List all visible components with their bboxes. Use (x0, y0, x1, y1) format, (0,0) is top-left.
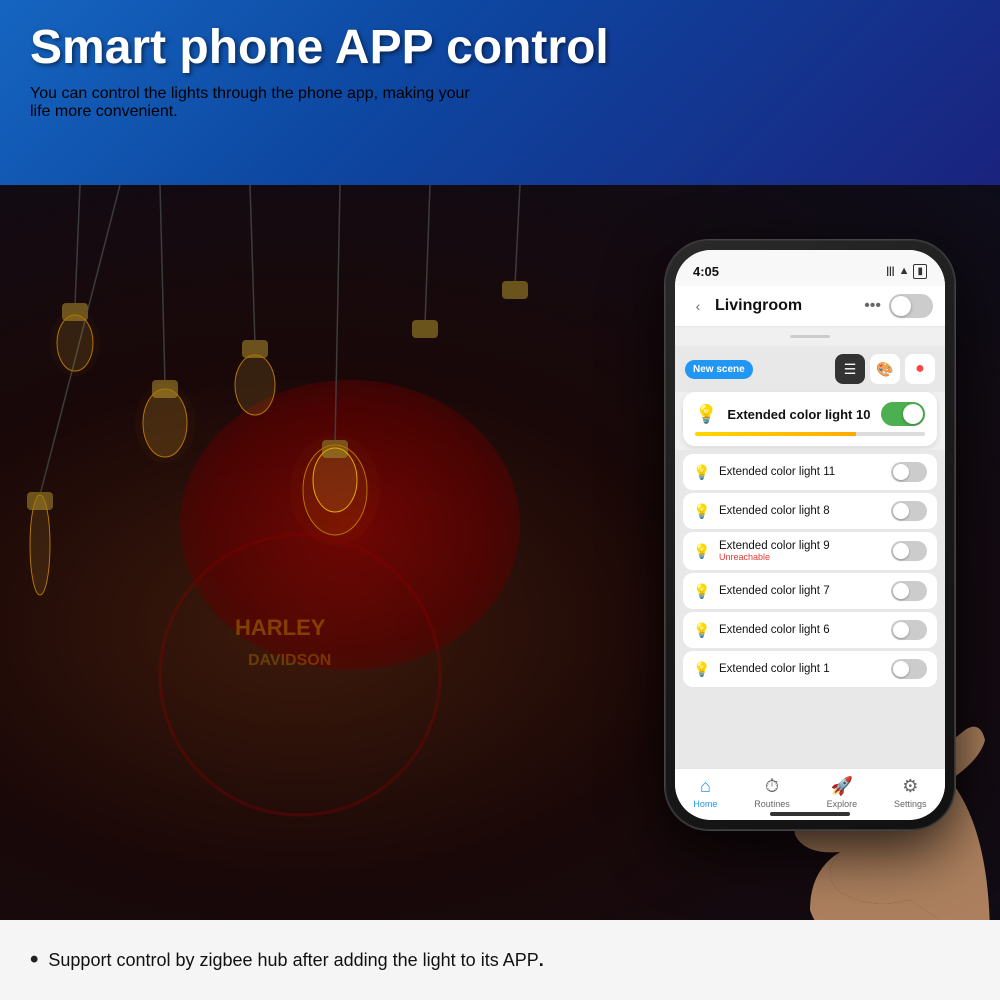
list-item[interactable]: 💡 Extended color light 11 (683, 454, 937, 490)
light-name-9: Extended color light 9 (719, 540, 883, 552)
light-icon-1: 💡 (693, 661, 711, 678)
featured-light-toggle[interactable] (881, 402, 925, 426)
toggle-knob-9 (893, 543, 909, 559)
status-icons: ||| ▲ ▮ (886, 264, 927, 279)
footer-text-bold: . (539, 950, 544, 970)
light-list: 💡 Extended color light 11 💡 Extended col… (675, 450, 945, 768)
toggle-knob-6 (893, 622, 909, 638)
status-bar: 4:05 ||| ▲ ▮ (675, 250, 945, 286)
subtitle-line1: You can control the lights through the p… (30, 85, 470, 102)
explore-nav-icon: 🚀 (831, 776, 853, 797)
light-icon-9: 💡 (693, 543, 711, 560)
nav-settings[interactable]: ⚙ Settings (894, 776, 927, 809)
home-nav-label: Home (693, 799, 717, 809)
toggle-light-8[interactable] (891, 501, 927, 521)
settings-nav-label: Settings (894, 799, 927, 809)
home-nav-icon: ⌂ (700, 776, 711, 797)
footer-text-normal: Support control by zigbee hub after addi… (48, 950, 538, 970)
toggle-light-1[interactable] (891, 659, 927, 679)
toggle-light-6[interactable] (891, 620, 927, 640)
light-name-11: Extended color light 11 (719, 466, 883, 478)
phone-screen: 4:05 ||| ▲ ▮ ‹ Livingroom ••• (675, 250, 945, 820)
list-item[interactable]: 💡 Extended color light 9 Unreachable (683, 532, 937, 570)
list-item[interactable]: 💡 Extended color light 1 (683, 651, 937, 687)
header-subtitle: You can control the lights through the p… (30, 85, 970, 121)
featured-light-name: Extended color light 10 (727, 407, 881, 422)
footer-bullet: • (30, 946, 38, 974)
color-button[interactable]: ● (905, 354, 935, 384)
light-icon-8: 💡 (693, 503, 711, 520)
light-icon-7: 💡 (693, 583, 711, 600)
light-name-7: Extended color light 7 (719, 585, 883, 597)
light-icon-6: 💡 (693, 622, 711, 639)
phone-body: 4:05 ||| ▲ ▮ ‹ Livingroom ••• (665, 240, 955, 830)
brightness-bar (695, 432, 925, 436)
nav-routines[interactable]: ⏱ Routines (754, 776, 790, 809)
color-icon: ● (915, 360, 925, 378)
light-name-6: Extended color light 6 (719, 624, 883, 636)
settings-nav-icon: ⚙ (902, 776, 918, 797)
back-button[interactable]: ‹ (687, 295, 709, 317)
featured-toggle-knob (903, 404, 923, 424)
page-header: Smart phone APP control You can control … (0, 0, 1000, 185)
toggle-knob-8 (893, 503, 909, 519)
nav-home[interactable]: ⌂ Home (693, 776, 717, 809)
toggle-knob-11 (893, 464, 909, 480)
toggle-knob (891, 296, 911, 316)
toggle-knob-7 (893, 583, 909, 599)
light-name-1: Extended color light 1 (719, 663, 883, 675)
list-icon: ☰ (844, 361, 857, 378)
palette-button[interactable]: 🎨 (870, 354, 900, 384)
status-time: 4:05 (693, 264, 719, 279)
menu-dots-button[interactable]: ••• (864, 297, 881, 315)
routines-nav-label: Routines (754, 799, 790, 809)
battery-icon: ▮ (913, 264, 927, 279)
room-toggle[interactable] (889, 294, 933, 318)
list-item[interactable]: 💡 Extended color light 6 (683, 612, 937, 648)
footer-text: Support control by zigbee hub after addi… (48, 950, 543, 971)
phone-mockup: 4:05 ||| ▲ ▮ ‹ Livingroom ••• (650, 240, 970, 900)
toggle-light-9[interactable] (891, 541, 927, 561)
palette-icon: 🎨 (876, 361, 893, 378)
harley-sign-bg (180, 380, 520, 670)
app-title: Livingroom (715, 297, 864, 315)
featured-light-icon: 💡 (695, 404, 717, 425)
scene-row: New scene ☰ 🎨 ● (675, 346, 945, 392)
signal-icon: ||| (886, 266, 894, 277)
light-unreachable-9: Unreachable (719, 552, 883, 562)
light-icon-11: 💡 (693, 464, 711, 481)
nav-explore[interactable]: 🚀 Explore (827, 776, 858, 809)
featured-light-card[interactable]: 💡 Extended color light 10 (683, 392, 937, 446)
new-scene-button[interactable]: New scene (685, 360, 753, 379)
scroll-indicator (790, 335, 830, 338)
back-icon: ‹ (696, 298, 701, 314)
list-item[interactable]: 💡 Extended color light 8 (683, 493, 937, 529)
page-title: Smart phone APP control (30, 22, 970, 75)
home-indicator (770, 812, 850, 816)
light-name-8: Extended color light 8 (719, 505, 883, 517)
footer: • Support control by zigbee hub after ad… (0, 920, 1000, 1000)
explore-nav-label: Explore (827, 799, 858, 809)
app-header: ‹ Livingroom ••• (675, 286, 945, 327)
toggle-light-11[interactable] (891, 462, 927, 482)
list-view-button[interactable]: ☰ (835, 354, 865, 384)
toggle-light-7[interactable] (891, 581, 927, 601)
subtitle-line2: life more convenient. (30, 103, 178, 120)
list-item[interactable]: 💡 Extended color light 7 (683, 573, 937, 609)
wifi-icon: ▲ (899, 265, 910, 277)
toggle-knob-1 (893, 661, 909, 677)
routines-nav-icon: ⏱ (765, 776, 779, 797)
